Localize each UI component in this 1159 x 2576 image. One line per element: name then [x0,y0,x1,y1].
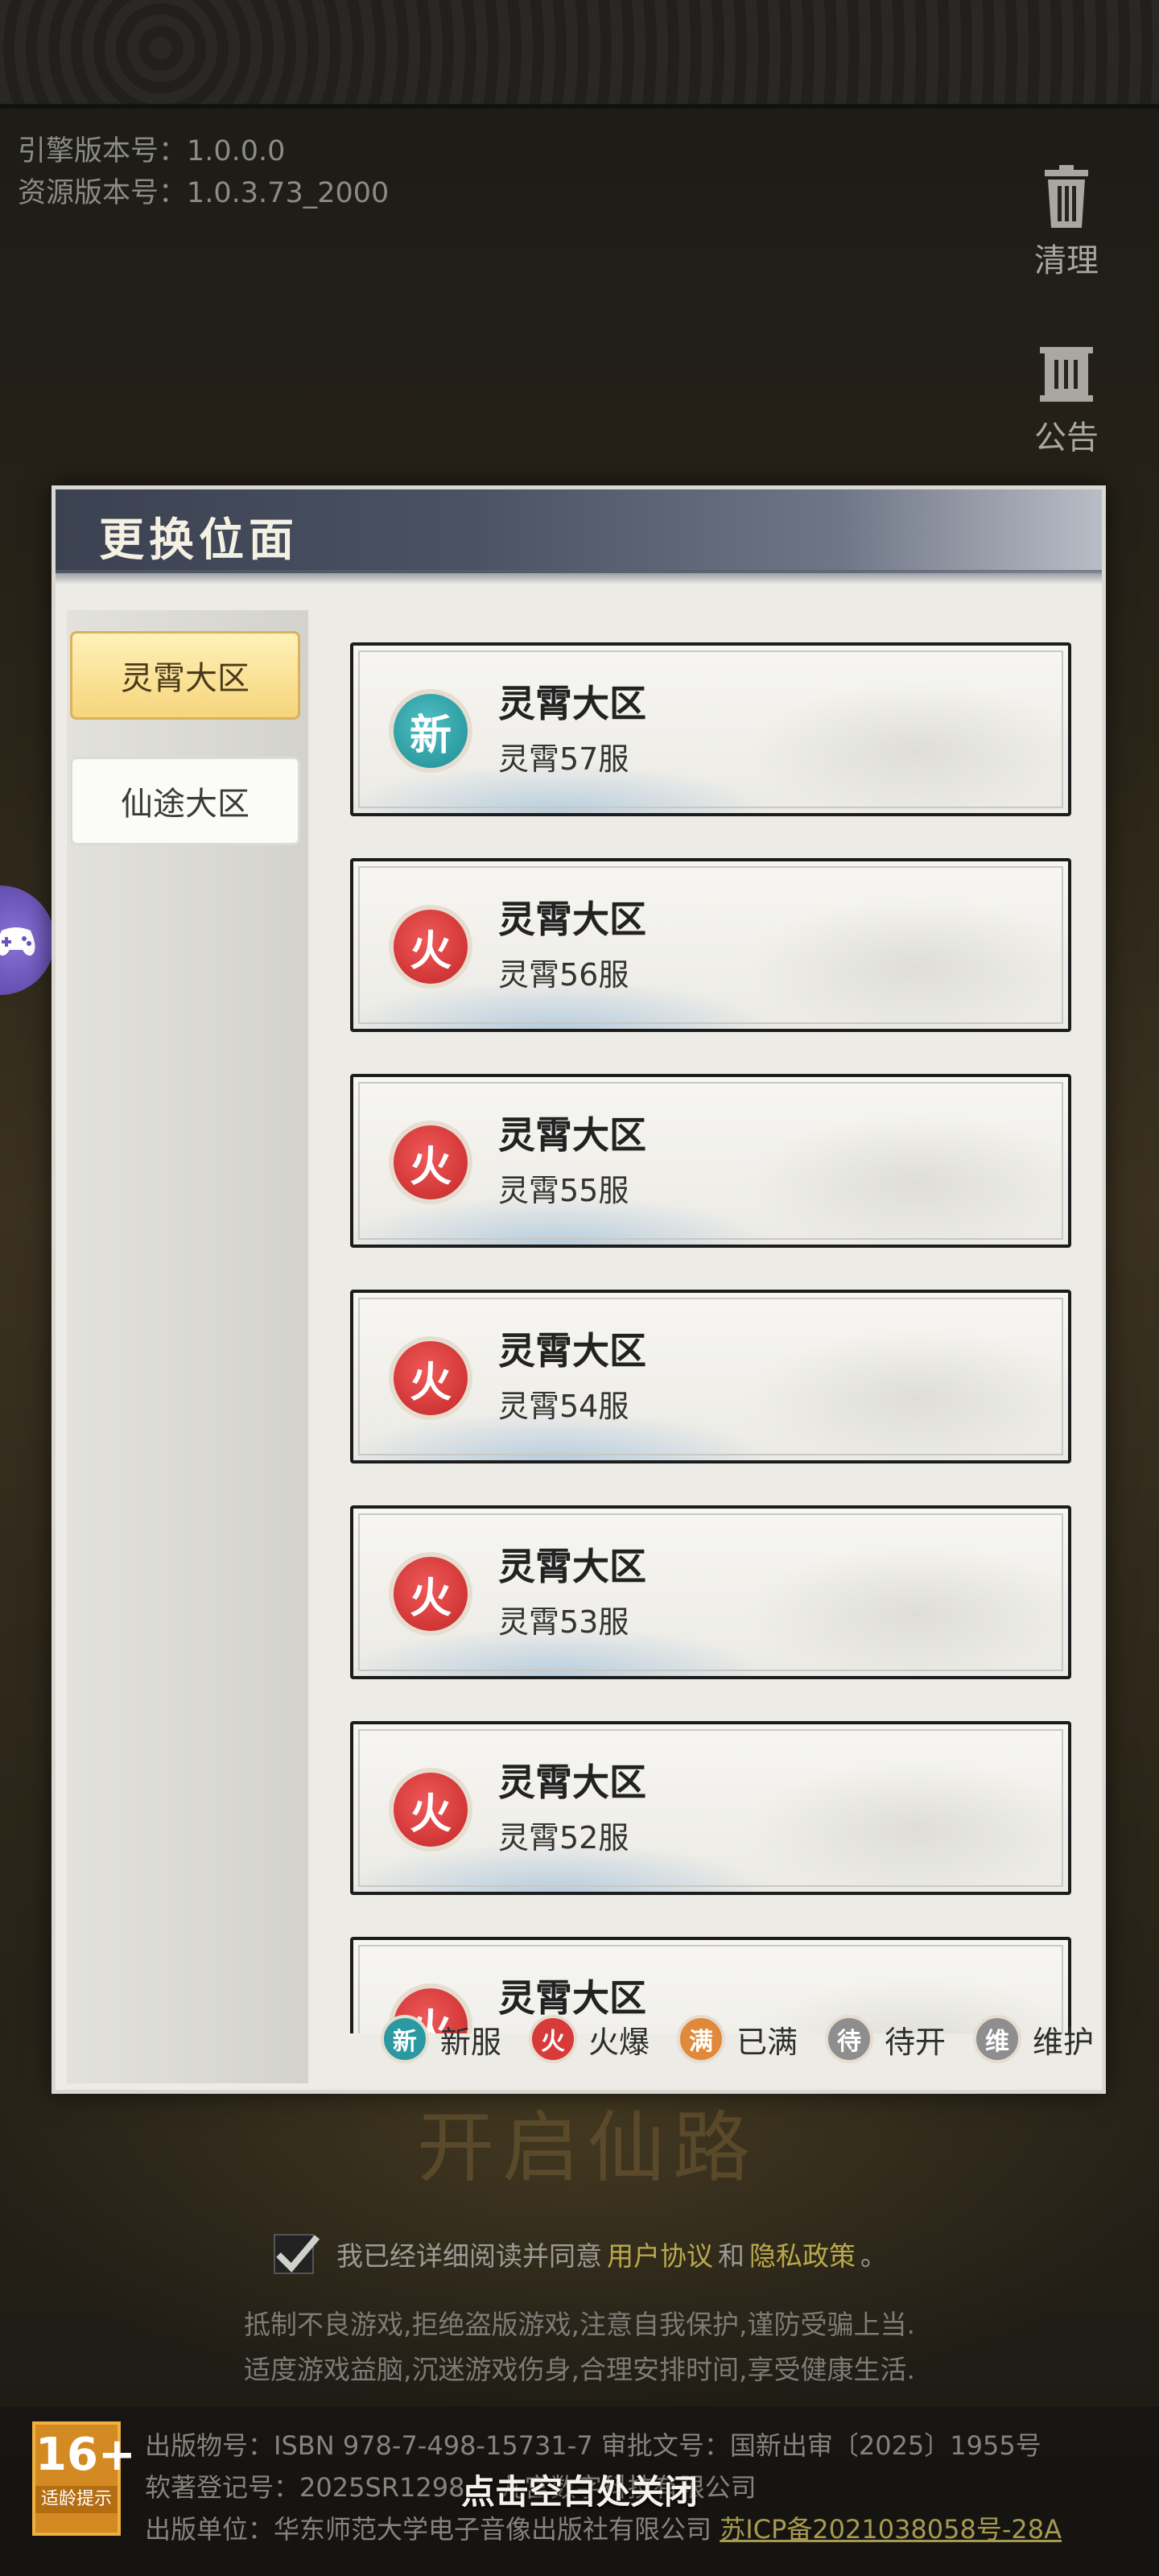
top-decor-strip [0,0,1159,109]
engine-version: 引擎版本号：1.0.0.0 [18,135,286,167]
server-region: 灵霄大区 [498,1545,646,1588]
agreement-row: 我已经详细阅读并同意 用户协议 和 隐私政策 。 [274,2230,887,2278]
server-card-53[interactable]: 火 灵霄大区 灵霄53服 [350,1505,1071,1679]
status-hot-badge: 火 [389,905,472,989]
legend-maintenance: 维 维护 [972,2015,1094,2063]
legend-pending-label: 待开 [884,2024,946,2060]
user-agreement-link[interactable]: 用户协议 [607,2235,713,2273]
server-region: 灵霄大区 [498,1761,646,1804]
server-name: 灵霄53服 [498,1604,629,1640]
change-plane-dialog: 更换位面 灵霄大区 仙途大区 新 灵霄大区 灵霄57服 火 灵霄大区 灵霄56服… [52,485,1106,2094]
server-region: 灵霄大区 [498,1329,646,1373]
gamepad-icon [0,927,35,956]
server-region: 灵霄大区 [498,682,646,725]
legend-hot-dot: 火 [528,2015,577,2063]
legend-hot: 火 火爆 [528,2015,650,2063]
status-hot-badge: 火 [389,1336,472,1420]
game-logo-text: 开启仙路 [417,2103,758,2193]
health-notice-line-2: 适度游戏益脑,沉迷游戏伤身,合理安排时间,享受健康生活. [244,2354,915,2385]
region-tab-lingxiao[interactable]: 灵霄大区 [70,631,300,720]
legend-full-label: 已满 [736,2024,798,2060]
legend-pending: 待 待开 [824,2015,946,2063]
dialog-title: 更换位面 [99,514,299,567]
check-icon [276,2235,320,2273]
server-card-52[interactable]: 火 灵霄大区 灵霄52服 [350,1721,1071,1895]
server-name: 灵霄52服 [498,1820,629,1856]
privacy-policy-link[interactable]: 隐私政策 [749,2235,856,2273]
icp-link[interactable]: 苏ICP备2021038058号-28A [720,2514,1062,2545]
notice-button[interactable]: 公告 [1022,342,1111,458]
server-card-57[interactable]: 新 灵霄大区 灵霄57服 [350,642,1071,816]
legend-hot-label: 火爆 [588,2024,650,2060]
status-hot-badge: 火 [389,1121,472,1204]
server-region: 灵霄大区 [498,1113,646,1157]
publish-line-3: 出版单位：华东师范大学电子音像出版社有限公司 苏ICP备2021038058号-… [145,2508,1062,2550]
server-card-55[interactable]: 火 灵霄大区 灵霄55服 [350,1074,1071,1248]
publish-line-1: 出版物号：ISBN 978-7-498-15731-7 审批文号：国新出审〔20… [145,2430,1041,2461]
server-list[interactable]: 新 灵霄大区 灵霄57服 火 灵霄大区 灵霄56服 火 灵霄大区 灵霄55服 火… [350,642,1071,2033]
publisher: 出版单位：华东师范大学电子音像出版社有限公司 [145,2514,720,2545]
clean-label: 清理 [1034,242,1099,279]
legend-new: 新 新服 [380,2015,501,2063]
status-hot-badge: 火 [389,1768,472,1852]
dialog-header: 更换位面 [56,489,1102,584]
server-name: 灵霄55服 [498,1173,629,1208]
version-info: 引擎版本号：1.0.0.0 资源版本号：1.0.3.73_2000 [18,130,389,214]
notice-label: 公告 [1034,419,1099,456]
status-hot-badge: 火 [389,1552,472,1636]
clean-button[interactable]: 清理 [1022,165,1111,281]
legend-maintenance-label: 维护 [1032,2024,1094,2060]
agreement-prefix: 我已经详细阅读并同意 [336,2240,602,2272]
health-notice-line-1: 抵制不良游戏,拒绝盗版游戏,注意自我保护,谨防受骗上当. [244,2309,915,2340]
status-legend: 新 新服 火 火爆 满 已满 待 待开 维 维护 [329,2003,1094,2075]
legend-full: 满 已满 [676,2015,798,2063]
agreement-and: 和 [718,2240,744,2272]
trash-icon [1037,165,1096,229]
server-name: 灵霄57服 [498,741,629,777]
region-tab-xiantu[interactable]: 仙途大区 [70,757,300,845]
scroll-notice-icon [1037,342,1096,407]
legend-pending-dot: 待 [824,2015,873,2063]
legend-full-dot: 满 [676,2015,725,2063]
legend-new-label: 新服 [439,2024,501,2060]
health-notice: 抵制不良游戏,拒绝盗版游戏,注意自我保护,谨防受骗上当. 适度游戏益脑,沉迷游戏… [0,2302,1159,2392]
resource-version: 资源版本号：1.0.3.73_2000 [18,177,390,209]
server-region: 灵霄大区 [498,898,646,941]
server-card-56[interactable]: 火 灵霄大区 灵霄56服 [350,858,1071,1032]
agreement-suffix: 。 [860,2240,887,2272]
agreement-checkbox[interactable] [274,2234,320,2274]
server-name: 灵霄56服 [498,957,629,993]
server-card-54[interactable]: 火 灵霄大区 灵霄54服 [350,1290,1071,1463]
legend-new-dot: 新 [380,2015,429,2063]
legend-maintenance-dot: 维 [972,2015,1021,2063]
server-name: 灵霄54服 [498,1389,629,1424]
status-new-badge: 新 [389,689,472,773]
close-hint[interactable]: 点击空白处关闭 [0,2465,1159,2514]
